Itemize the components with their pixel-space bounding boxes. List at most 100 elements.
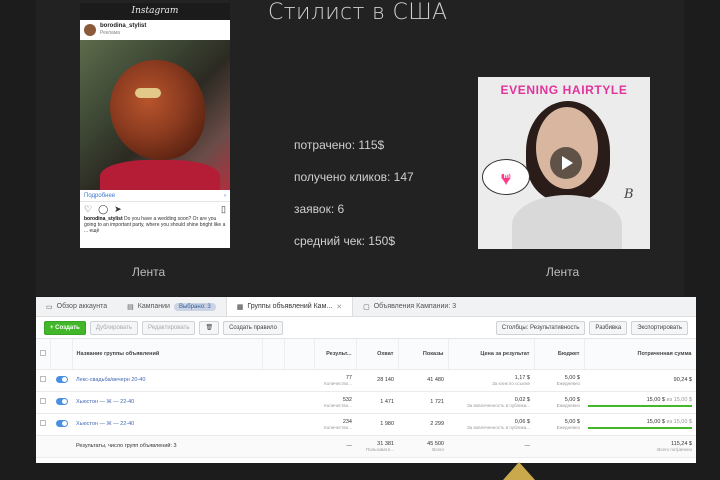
col-ad-set-name[interactable]: Название группы объявлений <box>72 339 263 370</box>
spent-value: 15,00 $ <box>646 397 665 403</box>
columns-dropdown[interactable]: Столбцы: Результативность <box>495 320 586 335</box>
table-row[interactable]: Лекс-свадьба/вечерн 20-40 77 Количество..… <box>36 369 696 392</box>
row-checkbox[interactable] <box>40 376 46 382</box>
cost-value: 0,06 $ <box>514 418 530 425</box>
instagram-post: Instagram borodina_stylist Реклама Подро… <box>80 3 230 248</box>
budget-value: 5,00 $ <box>564 418 580 425</box>
tab-account-overview[interactable]: ▭ Обзор аккаунта <box>36 297 117 316</box>
bookmark-icon[interactable]: ▯ <box>221 204 226 215</box>
spend-progress-bar <box>588 405 692 407</box>
row-toggle[interactable] <box>56 375 68 383</box>
hairstyle-image <box>110 60 205 160</box>
duplicate-button[interactable]: Дублировать <box>89 320 139 335</box>
create-button[interactable]: + Создать <box>44 320 86 335</box>
export-dropdown[interactable]: Экспортировать <box>631 320 688 335</box>
row-toggle[interactable] <box>56 397 68 405</box>
post-actions: ♡ ◯ ➤ ▯ <box>80 202 230 216</box>
grid-icon: ▦ <box>236 303 244 311</box>
post-username: borodina_stylist <box>100 23 147 29</box>
budget-value: 5,00 $ <box>564 374 580 381</box>
summary-cost: — <box>448 435 534 458</box>
cost-value: 1,17 $ <box>514 374 530 381</box>
account-icon: ▭ <box>46 303 53 311</box>
play-button-icon[interactable] <box>550 147 582 179</box>
post-caption: borodina_stylist Do you have a wedding s… <box>80 216 230 234</box>
spent-limit: из 15,00 $ <box>666 397 692 403</box>
ad-set-name[interactable]: Хьюстон — Ж — 22-40 <box>72 391 262 414</box>
stat-spent: потрачено: 115$ <box>294 138 385 152</box>
slide-title: Стилист в США <box>268 0 448 25</box>
duration-badge: 5 min <box>497 173 517 180</box>
brand-logo: B <box>624 187 634 202</box>
results-value: 234 <box>342 418 352 425</box>
post-author: borodina_stylist Реклама <box>80 20 230 40</box>
stat-average-check: средний чек: 150$ <box>294 234 395 248</box>
col-results[interactable]: Результ... <box>314 339 357 370</box>
create-rule-button[interactable]: Создать правило <box>223 320 283 335</box>
breakdown-dropdown[interactable]: Разбивка <box>589 320 628 335</box>
selected-count-pill[interactable]: Выбрано: 3 <box>173 302 216 311</box>
col-amount-spent[interactable]: Потраченная сумма <box>584 339 696 370</box>
budget-value: 5,00 $ <box>564 396 580 403</box>
ad-set-name[interactable]: Хьюстон — Ж — 22-40 <box>72 413 262 436</box>
caption-left: Лента <box>132 265 166 279</box>
ads-manager: ▭ Обзор аккаунта ▤ Кампании Выбрано: 3 ▦… <box>36 297 696 463</box>
col-budget[interactable]: Бюджет <box>534 339 585 370</box>
reach-value: 1 980 <box>356 413 398 436</box>
delete-icon[interactable]: 🗑 <box>199 320 220 335</box>
impressions-value: 2 299 <box>398 413 448 436</box>
learn-more-bar[interactable]: Подробнее › <box>80 190 230 202</box>
ads-toolbar: + Создать Дублировать Редактировать 🗑 Со… <box>36 317 696 339</box>
ad-set-name[interactable]: Лекс-свадьба/вечерн 20-40 <box>72 369 262 392</box>
chevron-right-icon: › <box>224 192 226 199</box>
table-row[interactable]: Хьюстон — Ж — 22-40 234 Количество... 1 9… <box>36 413 696 436</box>
tab-ads[interactable]: ▢ Объявления Кампании: 3 <box>353 297 466 316</box>
col-cost-per-result[interactable]: Цена за результат <box>448 339 535 370</box>
col-impressions[interactable]: Показы <box>398 339 449 370</box>
ad-sets-table: Название группы объявлений Результ... Ох… <box>36 339 696 458</box>
spend-progress-bar <box>588 427 692 429</box>
col-reach[interactable]: Охват <box>356 339 399 370</box>
stat-clicks: получено кликов: 147 <box>294 170 414 184</box>
slide: Стилист в США Instagram borodina_stylist… <box>0 0 720 480</box>
ads-tabs: ▭ Обзор аккаунта ▤ Кампании Выбрано: 3 ▦… <box>36 297 696 317</box>
spent-value: 15,00 $ <box>646 419 665 425</box>
table-row[interactable]: Хьюстон — Ж — 22-40 532 Количество... 1 4… <box>36 391 696 414</box>
row-toggle[interactable] <box>56 419 68 427</box>
spent-limit: из 15,00 $ <box>666 419 692 425</box>
row-checkbox[interactable] <box>40 398 46 404</box>
video-ad: EVENING HAIRTYLE ♥ 5 min B <box>478 77 650 249</box>
row-checkbox[interactable] <box>40 420 46 426</box>
summary-reach: 31 381 <box>377 440 394 447</box>
select-all-checkbox[interactable] <box>40 349 46 356</box>
impressions-value: 1 721 <box>398 391 448 414</box>
reach-value: 28 140 <box>356 369 398 392</box>
share-icon[interactable]: ➤ <box>114 204 122 215</box>
reach-value: 1 471 <box>356 391 398 414</box>
summary-budget <box>534 435 584 458</box>
learn-more-link[interactable]: Подробнее <box>84 193 115 199</box>
tab-campaigns[interactable]: ▤ Кампании Выбрано: 3 <box>117 297 226 316</box>
summary-impressions: 45 500 <box>427 440 444 447</box>
summary-row: Результаты, число групп объявлений: 3 — … <box>36 435 696 458</box>
summary-label: Результаты, число групп объявлений: 3 <box>72 435 262 458</box>
sponsored-label: Реклама <box>100 30 121 36</box>
cost-value: 0,02 $ <box>514 396 530 403</box>
caption-right: Лента <box>546 265 580 279</box>
tab-ad-sets[interactable]: ▦ Группы объявлений Кам... ✕ <box>225 297 354 316</box>
results-value: 532 <box>342 396 352 403</box>
folder-icon: ▤ <box>127 303 134 311</box>
stat-leads: заявок: 6 <box>294 202 345 216</box>
instagram-app-bar: Instagram <box>80 3 230 20</box>
video-title: EVENING HAIRTYLE <box>500 83 628 97</box>
campaign-stats: потрачено: 115$ получено кликов: 147 зая… <box>294 137 414 265</box>
avatar <box>84 24 96 36</box>
comment-icon[interactable]: ◯ <box>98 204 108 215</box>
edit-button[interactable]: Редактировать <box>142 320 196 335</box>
heart-icon[interactable]: ♡ <box>84 204 92 215</box>
decorative-triangle <box>503 462 535 480</box>
table-header: Название группы объявлений Результ... Ох… <box>36 339 696 370</box>
red-dress-image <box>100 160 220 190</box>
summary-spent: 115,24 $ <box>670 440 692 447</box>
close-icon[interactable]: ✕ <box>336 303 342 311</box>
